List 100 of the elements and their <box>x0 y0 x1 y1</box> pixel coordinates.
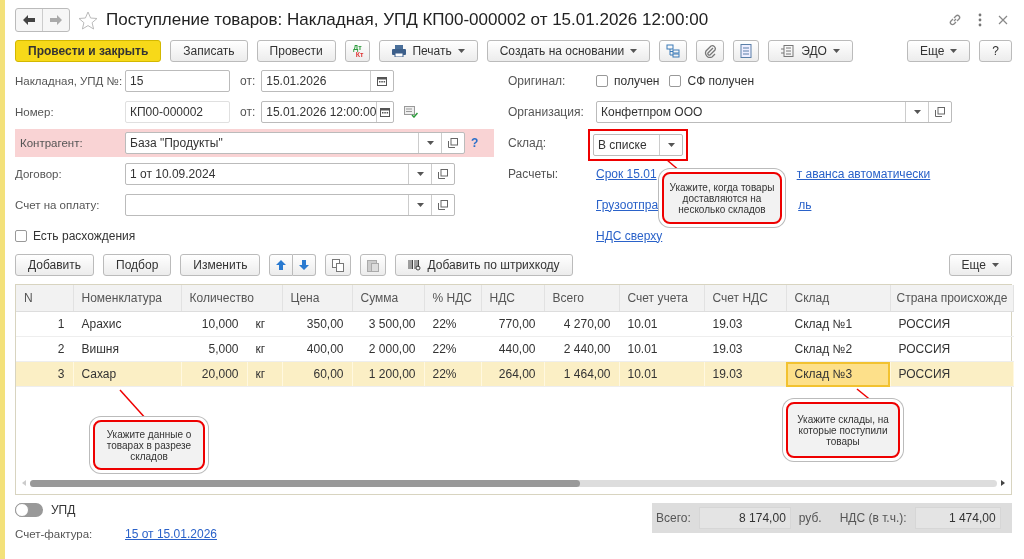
table-cell: 350,00 <box>282 311 352 337</box>
table-cell: кг <box>247 311 282 337</box>
table-cell: РОССИЯ <box>890 361 1013 387</box>
list-icon <box>740 44 753 58</box>
table-cell: 10.01 <box>619 336 704 362</box>
column-header[interactable]: Сумма <box>352 285 424 312</box>
move-down-button[interactable] <box>293 254 317 276</box>
open-icon <box>448 137 458 148</box>
scroll-right-icon[interactable] <box>1001 480 1005 486</box>
list-button[interactable] <box>733 40 760 62</box>
table-cell: Вишня <box>73 336 181 362</box>
toolbar-button[interactable]: Изменить <box>180 254 261 276</box>
column-header[interactable]: Счет НДС <box>704 285 786 312</box>
select-field[interactable]: База "Продукты" <box>125 131 465 154</box>
menu-button[interactable]: Еще <box>906 40 971 62</box>
checkbox-label: получен <box>614 73 660 88</box>
caret-icon <box>416 202 424 207</box>
table-cell: 4 270,00 <box>544 311 619 337</box>
link[interactable]: Срок 15.01 <box>596 166 657 181</box>
caret-icon <box>950 49 958 53</box>
arrow-left-icon <box>23 15 35 25</box>
table-cell: 770,00 <box>481 311 544 337</box>
table-cell: Сахар <box>73 361 181 387</box>
column-header[interactable]: Номенклатура <box>73 285 181 312</box>
move-up-button[interactable] <box>269 254 294 276</box>
checkbox[interactable] <box>15 229 27 242</box>
column-header[interactable]: Количество <box>181 285 282 312</box>
caret-icon <box>426 140 434 145</box>
date-field[interactable]: 15.01.2026 <box>261 69 395 92</box>
print-button[interactable]: Печать <box>379 40 478 62</box>
toolbar-button[interactable]: ? <box>979 40 1012 62</box>
checkbox[interactable] <box>596 74 608 87</box>
invoice-link[interactable]: 15 от 15.01.2026 <box>125 527 217 541</box>
select-field[interactable] <box>125 193 455 216</box>
table-cell: 1 <box>16 311 73 337</box>
close-icon[interactable] <box>998 15 1008 25</box>
link[interactable]: ль <box>798 197 812 212</box>
menu-button[interactable]: Создать на основании <box>486 40 651 62</box>
column-header[interactable]: НДС <box>481 285 544 312</box>
column-header[interactable]: % НДС <box>424 285 481 312</box>
toolbar-button[interactable]: Записать <box>170 40 248 62</box>
column-header[interactable]: Цена <box>282 285 352 312</box>
link-icon[interactable] <box>948 13 962 27</box>
structure-button[interactable] <box>659 40 688 62</box>
checkbox[interactable] <box>669 74 682 87</box>
link[interactable]: т аванса автоматически <box>796 166 931 181</box>
caret-icon <box>457 49 465 53</box>
vat-label: НДС (в т.ч.): <box>839 511 907 525</box>
copy-button[interactable] <box>325 254 352 276</box>
toolbar-button[interactable]: Добавить <box>15 254 95 276</box>
attach-button[interactable] <box>696 40 725 62</box>
caret-icon <box>667 142 675 147</box>
link[interactable]: НДС сверху <box>596 228 663 243</box>
document-check-icon[interactable] <box>404 105 419 118</box>
field-label: Счет-фактура: <box>15 528 94 540</box>
table-cell: 10.01 <box>619 361 704 387</box>
currency-label: руб. <box>798 511 822 525</box>
caret-icon <box>832 49 840 53</box>
number-field[interactable]: КП00-000002 <box>125 100 230 123</box>
edo-button[interactable]: ЭДО <box>768 40 853 62</box>
column-header[interactable]: Всего <box>544 285 619 312</box>
select-field[interactable]: 1 от 10.09.2024 <box>125 162 455 185</box>
vat-field: 1 474,00 <box>914 507 1001 529</box>
open-icon <box>438 199 448 210</box>
menu-button[interactable]: Еще <box>948 254 1012 276</box>
table-cell: 19.03 <box>704 336 786 362</box>
select-field[interactable]: В списке <box>593 133 683 156</box>
table-cell: Склад №1 <box>786 311 890 337</box>
post-and-close-button[interactable]: Провести и закрыть <box>15 40 162 62</box>
column-header[interactable]: Счет учета <box>619 285 704 312</box>
paste-button[interactable] <box>360 254 387 276</box>
field-label: Счет на оплату: <box>15 198 101 211</box>
toolbar-button[interactable]: Провести <box>256 40 336 62</box>
help-link[interactable]: ? <box>471 135 479 150</box>
field-label: от: <box>240 104 256 119</box>
table-row[interactable]: 3 Сахар 20,000 кг 60,00 1 200,00 22% 264,00 1 464,00 10.01 19.03 Склад №3 РОССИЯ <box>16 361 1013 387</box>
field-label: Склад: <box>508 135 548 150</box>
number-field[interactable]: 15 <box>125 69 230 92</box>
select-field[interactable]: Конфетпром ООО <box>596 100 952 123</box>
column-header[interactable]: Страна происхожде <box>890 285 1013 312</box>
more-icon[interactable] <box>978 13 982 27</box>
table-row[interactable]: 2 Вишня 5,000 кг 400,00 2 000,00 22% 440,00 2 440,00 10.01 19.03 Склад №2 РОССИЯ <box>16 336 1013 362</box>
toggle-switch[interactable] <box>15 503 43 517</box>
star-icon[interactable] <box>78 10 98 30</box>
table-cell: РОССИЯ <box>890 311 1013 337</box>
date-field[interactable]: 15.01.2026 12:00:00 <box>261 100 395 123</box>
link[interactable]: Грузоотпра <box>596 197 659 212</box>
barcode-icon <box>408 259 422 271</box>
table-cell: 19.03 <box>704 311 786 337</box>
add-by-barcode-button[interactable]: Добавить по штрихкоду <box>395 254 573 276</box>
toolbar-button[interactable]: Подбор <box>103 254 172 276</box>
field-label: Контрагент: <box>19 136 84 149</box>
field-label: Расчеты: <box>508 166 560 181</box>
table-cell: 2 440,00 <box>544 336 619 362</box>
table-row[interactable]: 1 Арахис 10,000 кг 350,00 3 500,00 22% 770,00 4 270,00 10.01 19.03 Склад №1 РОССИЯ <box>16 311 1013 337</box>
table-cell: 3 <box>16 361 73 387</box>
table-cell: 10.01 <box>619 311 704 337</box>
column-header[interactable]: N <box>16 285 73 312</box>
calendar-icon <box>380 106 391 117</box>
column-header[interactable]: Склад <box>786 285 890 312</box>
